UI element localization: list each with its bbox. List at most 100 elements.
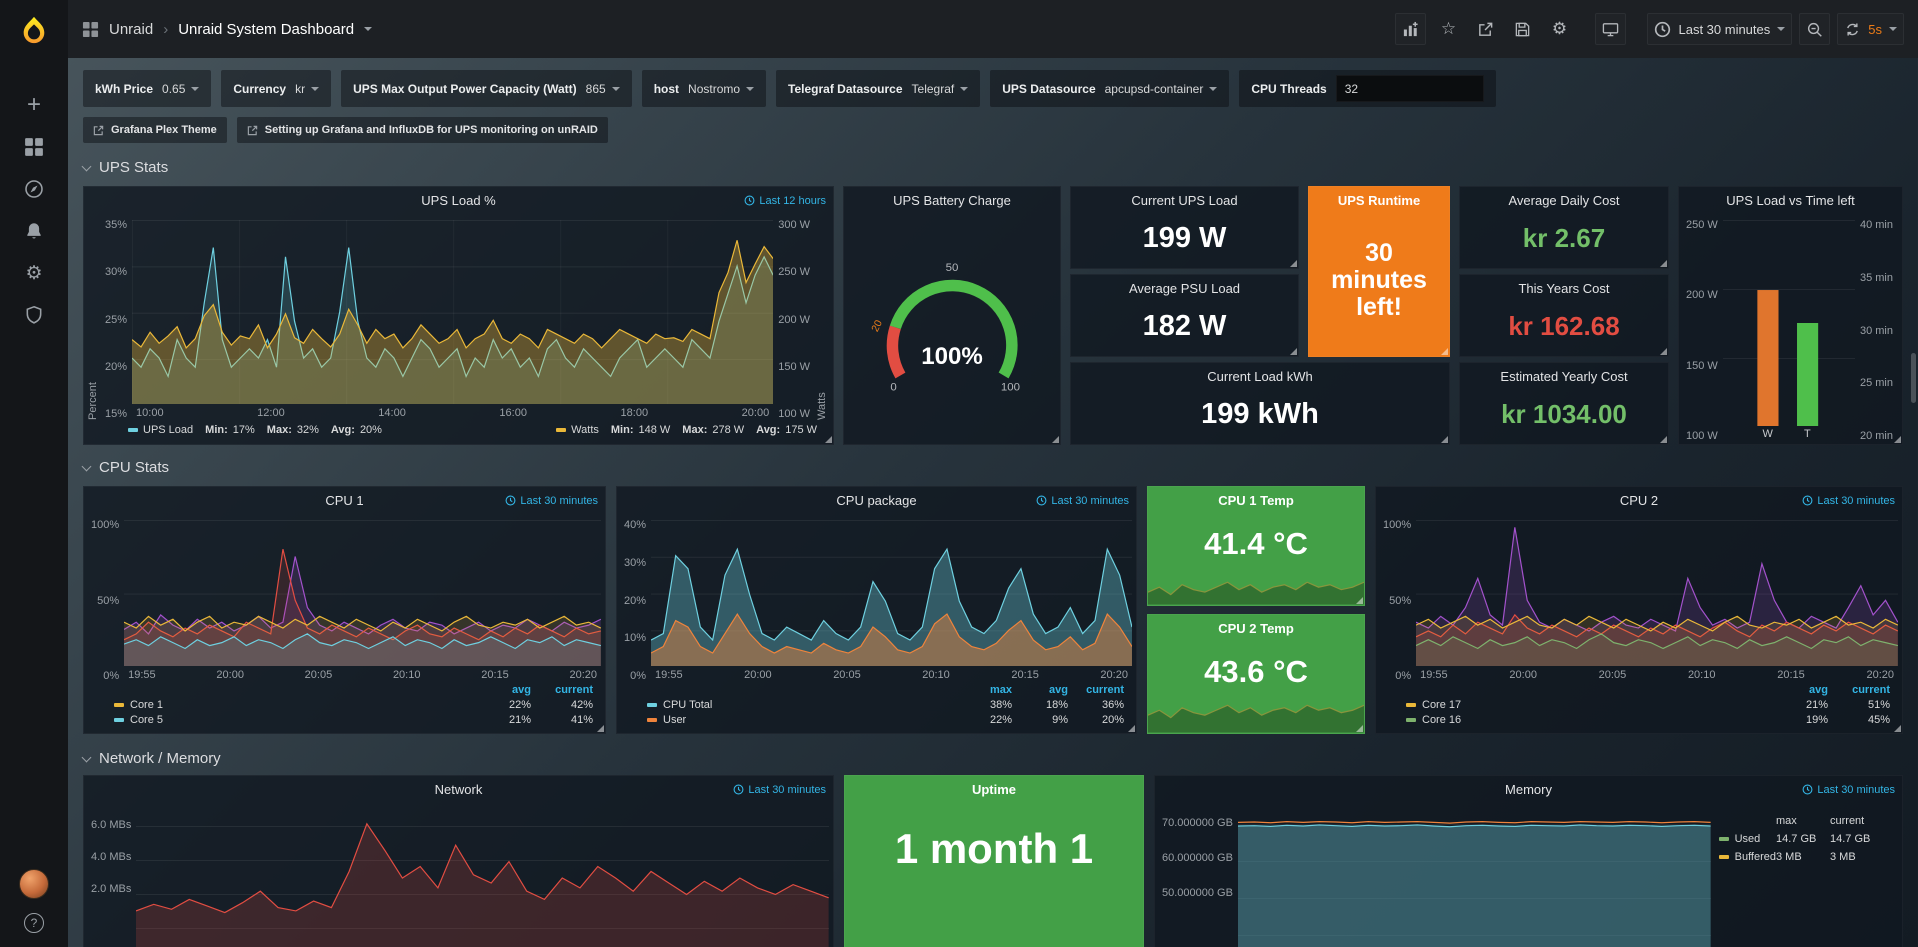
sidebar-item-explore[interactable] (0, 168, 68, 210)
link-grafana-plex-theme[interactable]: Grafana Plex Theme (83, 117, 227, 143)
legend-column-header[interactable]: current (1068, 684, 1124, 696)
series-name[interactable]: Core 17 (1406, 699, 1766, 711)
panel-title[interactable]: CPU 2 Temp (1218, 621, 1294, 636)
share-dashboard-button[interactable] (1470, 13, 1500, 45)
panel-title[interactable]: UPS Load % (421, 193, 495, 208)
battery-gauge: 100% 0 20 50 100 (844, 214, 1060, 444)
time-range-picker[interactable]: Last 30 minutes (1647, 13, 1792, 45)
legend-column-header[interactable]: max (956, 684, 1012, 696)
legend-column-header[interactable]: current (1830, 815, 1884, 827)
panel-title[interactable]: Average PSU Load (1129, 281, 1240, 296)
panel-time-range: Last 30 minutes (733, 776, 826, 803)
panel-title[interactable]: CPU package (836, 493, 916, 508)
legend-table: avgcurrent Core 1721%51% Core 1619%45% (1376, 682, 1902, 731)
series-name[interactable]: Buffered (1719, 851, 1776, 863)
series-name[interactable]: Used (1719, 833, 1776, 845)
legend-column-header[interactable]: current (531, 684, 593, 696)
bell-icon (24, 221, 44, 241)
sidebar-item-alerting[interactable] (0, 210, 68, 252)
dashboard-settings-button[interactable]: ⚙ (1544, 13, 1574, 45)
axis-tick: 50% (91, 596, 119, 607)
series-name[interactable]: Watts (571, 424, 599, 436)
variable-value-dropdown[interactable]: Nostromo (688, 82, 754, 96)
panel-title[interactable]: Average Daily Cost (1508, 193, 1619, 208)
panel-ups-load-vs-time-left: UPS Load vs Time left 250 W200 W150 W100… (1678, 186, 1903, 445)
legend-column-header[interactable]: avg (469, 684, 531, 696)
legend-key: Min: (611, 424, 634, 436)
help-button[interactable]: ? (24, 913, 44, 933)
row-header-cpu-stats[interactable]: CPU Stats (83, 459, 1903, 476)
create-button[interactable]: + (0, 84, 68, 126)
add-panel-button[interactable] (1395, 13, 1426, 45)
axis-tick: 0 (890, 381, 896, 393)
legend-value: 148 W (639, 424, 671, 436)
variable-label: CPU Threads (1251, 82, 1326, 96)
dashboard-title[interactable]: Unraid System Dashboard (178, 21, 354, 38)
legend-column-header[interactable]: avg (1012, 684, 1068, 696)
series-name[interactable]: CPU Total (647, 699, 956, 711)
legend-column-header[interactable]: avg (1766, 684, 1828, 696)
breadcrumb-folder[interactable]: Unraid (109, 21, 153, 38)
scrollbar-thumb[interactable] (1911, 353, 1916, 403)
panel-title[interactable]: CPU 1 Temp (1218, 493, 1294, 508)
series-name[interactable]: User (647, 714, 956, 726)
row-header-ups-stats[interactable]: UPS Stats (83, 159, 1903, 176)
stat-value: 182 W (1071, 302, 1298, 356)
sidebar-item-configuration[interactable]: ⚙ (0, 252, 68, 294)
legend-column-header[interactable]: max (1776, 815, 1830, 827)
variable-value-dropdown[interactable]: 0.65 (162, 82, 199, 96)
legend-item: UPS Load Min:17% Max:32% Avg:20% (128, 424, 382, 436)
panel-title[interactable]: Network (435, 782, 483, 797)
x-axis: W T (1723, 426, 1855, 442)
variable-value-dropdown[interactable]: kr (295, 82, 319, 96)
star-dashboard-button[interactable]: ☆ (1433, 13, 1463, 45)
load-vs-time-bar-chart (1723, 220, 1855, 426)
save-dashboard-button[interactable] (1507, 13, 1537, 45)
sidebar-item-dashboards[interactable] (0, 126, 68, 168)
panel-title[interactable]: Current UPS Load (1131, 193, 1237, 208)
series-name[interactable]: Core 1 (114, 699, 469, 711)
legend-value: 32% (297, 424, 319, 436)
variable-value-dropdown[interactable]: apcupsd-container (1105, 82, 1218, 96)
panel-title[interactable]: Uptime (972, 782, 1016, 797)
user-avatar[interactable] (19, 869, 49, 899)
refresh-picker[interactable]: 5s (1837, 13, 1904, 45)
chevron-down-icon (1889, 27, 1897, 31)
variable-label: UPS Max Output Power Capacity (Watt) (353, 82, 577, 96)
panel-title[interactable]: UPS Battery Charge (893, 193, 1011, 208)
legend-value: 19% (1766, 714, 1828, 726)
y-axis-right: 300 W250 W200 W150 W100 W (773, 220, 815, 420)
axis-tick: 200 W (1686, 290, 1718, 301)
legend-column-header[interactable]: current (1828, 684, 1890, 696)
series-name[interactable]: Core 5 (114, 714, 469, 726)
variable-cpu-threads: CPU Threads (1239, 70, 1495, 107)
panel-title[interactable]: CPU 2 (1620, 493, 1658, 508)
axis-tick: 50 (946, 262, 959, 274)
panel-title[interactable]: Estimated Yearly Cost (1500, 369, 1627, 384)
panel-title[interactable]: Current Load kWh (1207, 369, 1313, 384)
panel-title[interactable]: UPS Load vs Time left (1726, 193, 1855, 208)
series-swatch (1406, 703, 1416, 707)
axis-tick: 20:00 (742, 407, 770, 420)
panel-ups-battery-charge: UPS Battery Charge 100% 0 20 50 100 (843, 186, 1061, 445)
series-name[interactable]: UPS Load (143, 424, 193, 436)
axis-tick: 150 W (1686, 361, 1718, 372)
legend-value: 38% (956, 699, 1012, 711)
row-header-network-memory[interactable]: Network / Memory (83, 750, 1903, 767)
grafana-logo[interactable] (0, 10, 68, 50)
zoom-out-button[interactable] (1799, 13, 1830, 45)
variable-value-dropdown[interactable]: 865 (586, 82, 620, 96)
sidebar-item-server-admin[interactable] (0, 294, 68, 336)
cycle-view-button[interactable] (1595, 13, 1626, 45)
link-ups-monitoring-guide[interactable]: Setting up Grafana and InfluxDB for UPS … (237, 117, 608, 143)
panel-title[interactable]: Memory (1505, 782, 1552, 797)
variable-value-dropdown[interactable]: Telegraf (912, 82, 969, 96)
breadcrumb: Unraid › Unraid System Dashboard (82, 21, 372, 38)
axis-tick: 20:15 (1011, 669, 1039, 682)
panel-title[interactable]: This Years Cost (1518, 281, 1609, 296)
panel-title[interactable]: UPS Runtime (1338, 193, 1420, 208)
chevron-down-icon (82, 752, 92, 762)
series-name[interactable]: Core 16 (1406, 714, 1766, 726)
cpu-threads-input[interactable] (1336, 75, 1484, 102)
panel-title[interactable]: CPU 1 (325, 493, 363, 508)
